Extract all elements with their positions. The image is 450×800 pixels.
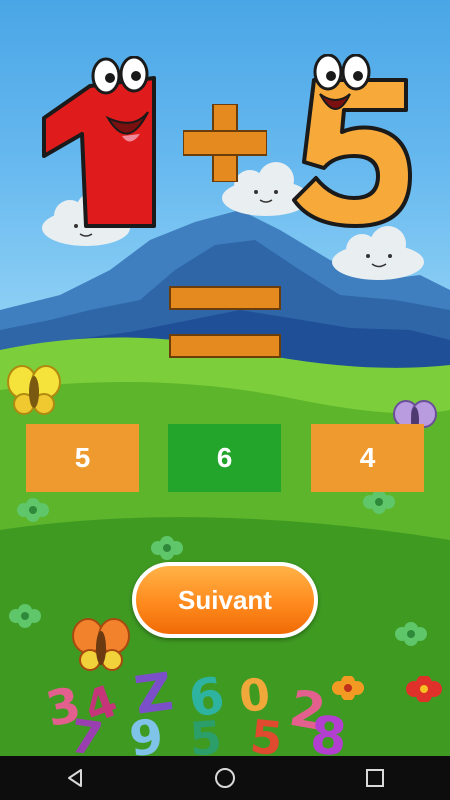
flower-icon [151,536,183,560]
equals-sign [169,286,281,358]
plus-sign [183,104,267,182]
flower-icon [395,622,427,646]
cloud-right [332,226,424,280]
answer-choice-button[interactable]: 4 [311,424,424,492]
svg-text:5: 5 [188,710,224,756]
butterfly-left-icon [7,365,61,415]
flower-icon [363,490,395,514]
svg-text:9: 9 [127,709,166,756]
svg-text:7: 7 [67,709,106,756]
number-pile-decoration: 3 4 Z 6 0 2 7 9 5 5 8 [41,662,348,756]
digit-five-character [292,54,412,228]
flower-icon [17,498,49,522]
answer-choices: 5 6 4 [0,424,450,492]
recents-square-icon [366,769,384,787]
flower-icon [9,604,41,628]
svg-text:5: 5 [248,709,285,756]
home-button[interactable] [195,756,255,800]
digit-one-character [42,56,156,228]
back-button[interactable] [45,756,105,800]
next-button[interactable]: Suivant [132,562,318,638]
answer-choice-button-correct[interactable]: 6 [168,424,281,492]
answer-choice-button[interactable]: 5 [26,424,139,492]
back-triangle-icon [68,769,82,787]
home-circle-icon [215,768,235,788]
red-flower-icon [406,676,442,702]
game-scene: 3 4 Z 6 0 2 7 9 5 5 8 5 6 4 Suivant [0,0,450,756]
svg-text:8: 8 [308,706,348,756]
recents-button[interactable] [345,756,405,800]
system-navigation-bar [0,756,450,800]
